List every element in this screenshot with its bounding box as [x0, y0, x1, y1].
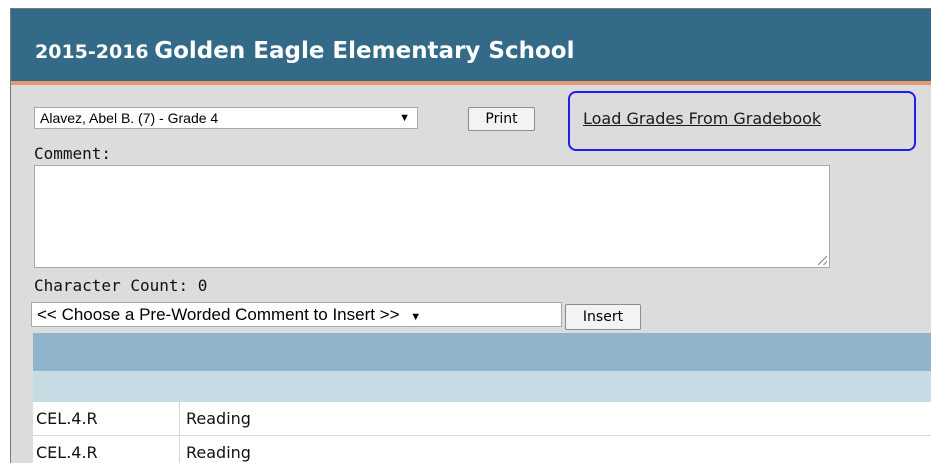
comment-textarea[interactable]: [34, 165, 830, 268]
header-accent-bar: [11, 81, 931, 85]
resize-grip-icon[interactable]: [818, 256, 827, 265]
student-select[interactable]: Alavez, Abel B. (7) - Grade 4 ▼: [34, 107, 418, 129]
subject-name: Reading: [186, 443, 251, 462]
load-grades-highlight: Load Grades From Gradebook: [568, 91, 916, 151]
grades-table: CEL.4.R Reading CEL.4.R Reading: [33, 333, 931, 463]
school-name: Golden Eagle Elementary School: [154, 38, 575, 64]
comment-label: Comment:: [34, 144, 112, 163]
cell-divider: [179, 402, 180, 435]
print-button[interactable]: Print: [468, 107, 535, 131]
school-year: 2015-2016: [35, 41, 149, 63]
dropdown-arrow-icon: ▼: [399, 112, 410, 124]
subject-name: Reading: [186, 409, 251, 428]
dropdown-arrow-icon: ▼: [410, 311, 422, 323]
preworded-select-value: << Choose a Pre-Worded Comment to Insert…: [37, 305, 400, 324]
table-row: CEL.4.R Reading: [33, 402, 931, 436]
page-title: 2015-2016 Golden Eagle Elementary School: [35, 38, 574, 64]
character-count: Character Count: 0: [34, 276, 208, 295]
load-grades-from-gradebook-link[interactable]: Load Grades From Gradebook: [583, 109, 821, 128]
table-subheader-row: [33, 371, 931, 402]
app-frame: 2015-2016 Golden Eagle Elementary School…: [10, 8, 931, 463]
student-select-value: Alavez, Abel B. (7) - Grade 4: [40, 110, 219, 126]
page-header: 2015-2016 Golden Eagle Elementary School: [11, 9, 931, 81]
insert-button[interactable]: Insert: [565, 304, 641, 330]
table-row: CEL.4.R Reading: [33, 436, 931, 463]
standard-code: CEL.4.R: [36, 409, 98, 428]
preworded-comment-select[interactable]: << Choose a Pre-Worded Comment to Insert…: [31, 302, 562, 327]
standard-code: CEL.4.R: [36, 443, 98, 462]
cell-divider: [179, 436, 180, 463]
table-header-row: [33, 333, 931, 371]
